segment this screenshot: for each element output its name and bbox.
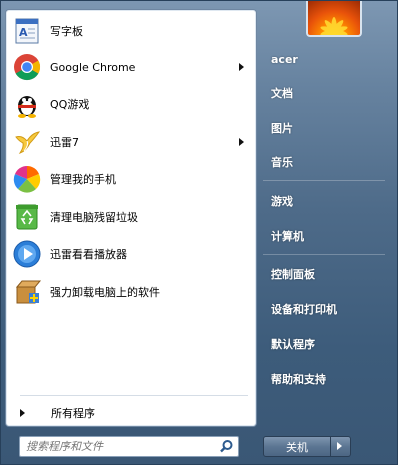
search-box[interactable] [19,436,239,457]
shutdown-group: 关机 [263,436,353,457]
qq-icon [12,89,42,119]
program-label: 迅雷看看播放器 [50,248,127,261]
right-item-help-support[interactable]: 帮助和支持 [263,368,389,390]
submenu-arrow-icon[interactable] [239,138,244,146]
program-label: QQ游戏 [50,98,90,111]
shutdown-options-button[interactable] [331,436,351,457]
right-item-computer[interactable]: 计算机 [263,225,389,247]
start-menu: A 写字板 Google Chrome QQ游戏 迅雷7 管理我的手机 清理电脑… [0,0,398,465]
phone-manager-icon [12,164,42,194]
divider [263,254,385,255]
program-xunlei-player[interactable]: 迅雷看看播放器 [10,237,252,271]
right-item-devices-printers[interactable]: 设备和打印机 [263,298,389,320]
right-item-default-programs[interactable]: 默认程序 [263,333,389,355]
user-name-link[interactable]: acer [263,48,389,70]
thunder-icon [12,127,42,157]
programs-pane: A 写字板 Google Chrome QQ游戏 迅雷7 管理我的手机 清理电脑… [5,9,257,427]
right-item-control-panel[interactable]: 控制面板 [263,263,389,285]
divider [20,395,248,396]
xunlei-player-icon [12,239,42,269]
wordpad-icon: A [12,16,42,46]
all-programs-button[interactable]: 所有程序 [10,402,252,424]
shutdown-button[interactable]: 关机 [263,436,331,457]
program-chrome[interactable]: Google Chrome [10,50,252,84]
right-item-pictures[interactable]: 图片 [263,117,389,139]
program-label: Google Chrome [50,60,136,74]
submenu-arrow-icon[interactable] [239,63,244,71]
right-item-games[interactable]: 游戏 [263,190,389,212]
all-programs-label: 所有程序 [51,407,95,420]
program-thunder[interactable]: 迅雷7 [10,125,252,159]
divider [263,180,385,181]
expand-arrow-icon [20,409,25,417]
program-uninstall[interactable]: 强力卸载电脑上的软件 [10,275,252,309]
recycle-icon [12,202,42,232]
program-label: 迅雷7 [50,136,79,149]
program-label: 清理电脑残留垃圾 [50,211,138,224]
user-avatar[interactable] [306,1,362,37]
chevron-right-icon [337,442,342,450]
program-label: 写字板 [50,25,83,38]
right-item-music[interactable]: 音乐 [263,151,389,173]
search-input[interactable] [26,439,216,454]
chrome-icon [12,52,42,82]
search-icon[interactable] [219,439,234,454]
program-clean-junk[interactable]: 清理电脑残留垃圾 [10,200,252,234]
right-item-documents[interactable]: 文档 [263,82,389,104]
program-phone-manager[interactable]: 管理我的手机 [10,162,252,196]
uninstall-icon [12,277,42,307]
program-label: 管理我的手机 [50,173,116,186]
program-wordpad[interactable]: A 写字板 [10,14,252,48]
program-qq-game[interactable]: QQ游戏 [10,87,252,121]
svg-text:A: A [19,26,28,39]
program-label: 强力卸载电脑上的软件 [50,286,160,299]
